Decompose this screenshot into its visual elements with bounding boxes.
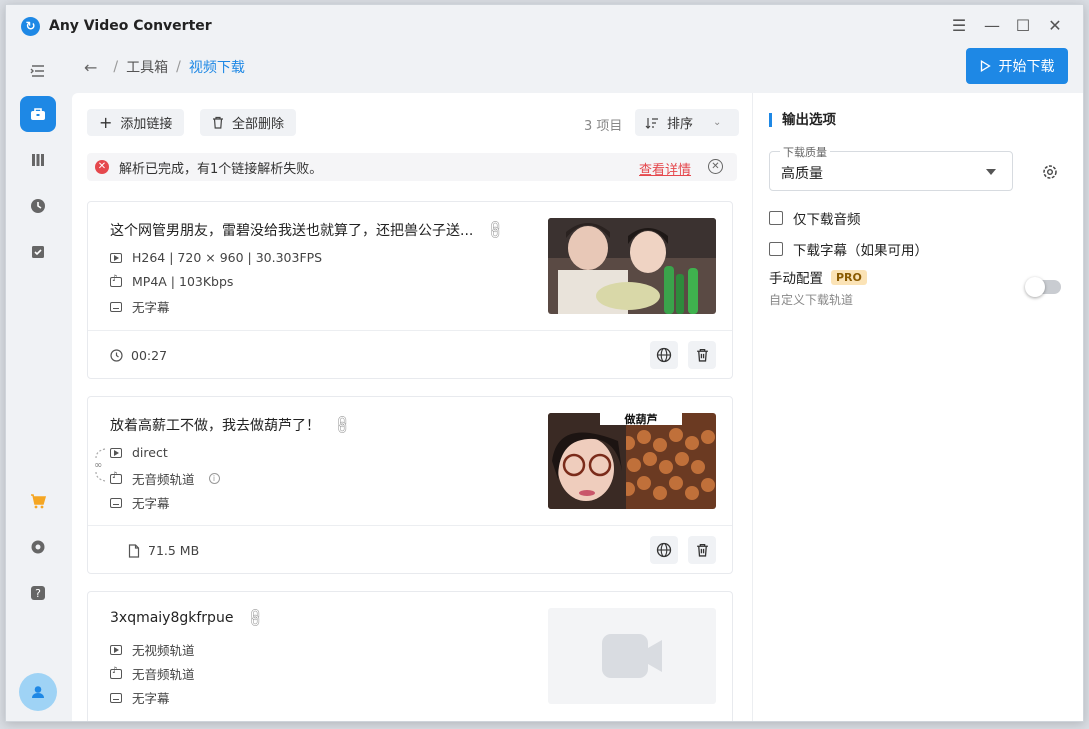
- link-icon[interactable]: 🔗︎: [484, 218, 508, 242]
- manual-config: 手动配置 PRO: [769, 267, 867, 287]
- video-thumbnail: [548, 218, 716, 314]
- list-item: 放着高薪工不做，我去做葫芦了！ 🔗︎ ∞ direct 无音频轨道i 无字幕: [87, 396, 733, 574]
- globe-icon: [656, 542, 672, 558]
- app-logo-icon: ↻: [21, 17, 40, 36]
- quality-select[interactable]: 下载质量 高质量: [769, 144, 1013, 191]
- video-track-icon: [110, 447, 122, 458]
- output-options-panel: 输出选项 下载质量 高质量 仅下载音频 下载字幕（如果可用） 手动配置 PRO …: [752, 93, 1083, 721]
- thumbnail-caption: 做葫芦: [624, 413, 658, 426]
- info-icon[interactable]: i: [208, 473, 220, 484]
- subtitle-icon: [110, 692, 122, 703]
- file-icon: [128, 543, 140, 558]
- tasks-icon[interactable]: [20, 234, 56, 270]
- item-title: 3xqmaiy8gkfrpue: [110, 610, 234, 626]
- breadcrumb-toolbox[interactable]: 工具箱: [126, 57, 168, 77]
- item-count: 3 项目: [584, 119, 623, 134]
- collapse-sidebar-icon[interactable]: [20, 53, 56, 89]
- breadcrumb-current: 视频下载: [188, 60, 245, 76]
- checkbox-box[interactable]: [769, 211, 783, 225]
- gear-icon[interactable]: [1041, 163, 1059, 181]
- back-arrow-icon[interactable]: ←: [84, 58, 97, 77]
- item-size: 71.5 MB: [148, 543, 200, 558]
- close-alert-icon[interactable]: ✕: [708, 159, 723, 174]
- audio-track-icon: [110, 471, 122, 484]
- chevron-down-icon: ⌄: [713, 117, 722, 128]
- svg-text:?: ?: [35, 587, 41, 600]
- list-item: 这个网管男朋友，雷碧没给我送也就算了，还把兽公子送... 🔗︎ H264 | 7…: [87, 201, 733, 379]
- globe-button[interactable]: [650, 341, 678, 369]
- play-icon: [980, 60, 991, 72]
- library-icon[interactable]: [20, 142, 56, 178]
- quality-value: 高质量: [781, 166, 823, 182]
- plus-icon: +: [99, 113, 113, 132]
- alert-message: 解析已完成，有1个链接解析失败。: [119, 161, 323, 177]
- checkbox-box[interactable]: [769, 242, 783, 256]
- video-track-icon: [110, 252, 122, 263]
- delete-all-button[interactable]: 全部删除: [200, 109, 297, 136]
- link-icon[interactable]: 🔗︎: [244, 606, 268, 630]
- start-download-button[interactable]: 开始下载: [966, 48, 1068, 84]
- subtitles-checkbox[interactable]: 下载字幕（如果可用）: [769, 239, 928, 259]
- video-thumbnail: 做葫芦: [548, 413, 716, 509]
- delete-item-button[interactable]: [688, 536, 716, 564]
- app-title: Any Video Converter: [49, 18, 212, 34]
- add-link-button[interactable]: + 添加链接: [87, 109, 185, 136]
- manual-config-toggle[interactable]: [1025, 277, 1061, 297]
- sort-button[interactable]: 排序 ⌄: [635, 109, 739, 136]
- video-camera-icon: [602, 634, 662, 678]
- trash-icon: [696, 348, 708, 362]
- caret-down-icon: [986, 169, 996, 175]
- cart-icon[interactable]: [20, 483, 56, 519]
- video-placeholder: [548, 608, 716, 704]
- help-icon[interactable]: ?: [20, 575, 56, 611]
- trash-icon: [213, 116, 223, 129]
- globe-icon: [656, 347, 672, 363]
- link-icon[interactable]: 🔗︎: [331, 413, 355, 437]
- delete-item-button[interactable]: [688, 341, 716, 369]
- history-icon[interactable]: [20, 188, 56, 224]
- close-icon[interactable]: ✕: [1044, 15, 1066, 37]
- linked-tracks-icon: ∞: [94, 448, 106, 482]
- download-list-panel: + 添加链接 全部删除 3 项目 排序 ⌄ ✕ 解析已完成，有1个链接解析失败。…: [72, 93, 758, 721]
- parse-alert: ✕ 解析已完成，有1个链接解析失败。 查看详情 ✕: [87, 153, 737, 181]
- sort-icon: [645, 117, 658, 129]
- trash-icon: [696, 543, 708, 557]
- minimize-icon[interactable]: —: [981, 15, 1003, 37]
- view-details-link[interactable]: 查看详情: [639, 159, 691, 178]
- svg-text:∞: ∞: [94, 460, 102, 471]
- user-avatar-icon[interactable]: [19, 673, 57, 711]
- breadcrumb: ← / 工具箱 / 视频下载: [84, 57, 245, 77]
- settings-icon[interactable]: [20, 529, 56, 565]
- audio-only-checkbox[interactable]: 仅下载音频: [769, 208, 861, 228]
- item-title: 放着高薪工不做，我去做葫芦了！: [110, 418, 320, 434]
- sidebar: ?: [6, 49, 70, 721]
- audio-track-icon: [110, 274, 122, 287]
- maximize-icon[interactable]: ☐: [1012, 15, 1034, 37]
- menu-icon[interactable]: ☰: [948, 15, 970, 37]
- quality-label: 下载质量: [780, 144, 830, 160]
- globe-button[interactable]: [650, 536, 678, 564]
- audio-track-icon: [110, 666, 122, 679]
- toolbox-icon[interactable]: [20, 96, 56, 132]
- error-icon: ✕: [95, 160, 109, 174]
- clock-icon: [110, 349, 123, 362]
- title-bar: ↻ Any Video Converter ☰ — ☐ ✕: [6, 5, 1083, 49]
- toggle-knob: [1025, 277, 1045, 297]
- item-title: 这个网管男朋友，雷碧没给我送也就算了，还把兽公子送...: [110, 223, 474, 239]
- video-track-icon: [110, 644, 122, 655]
- list-item: 3xqmaiy8gkfrpue 🔗︎ 无视频轨道 无音频轨道 无字幕: [87, 591, 733, 721]
- item-duration: 00:27: [131, 348, 168, 363]
- manual-config-description: 自定义下载轨道: [769, 293, 854, 307]
- subtitle-icon: [110, 301, 122, 312]
- subtitle-icon: [110, 497, 122, 508]
- section-title: 输出选项: [769, 113, 836, 127]
- pro-badge: PRO: [831, 269, 867, 285]
- app-window: ↻ Any Video Converter ☰ — ☐ ✕ ? ← / 工具箱 …: [5, 4, 1084, 722]
